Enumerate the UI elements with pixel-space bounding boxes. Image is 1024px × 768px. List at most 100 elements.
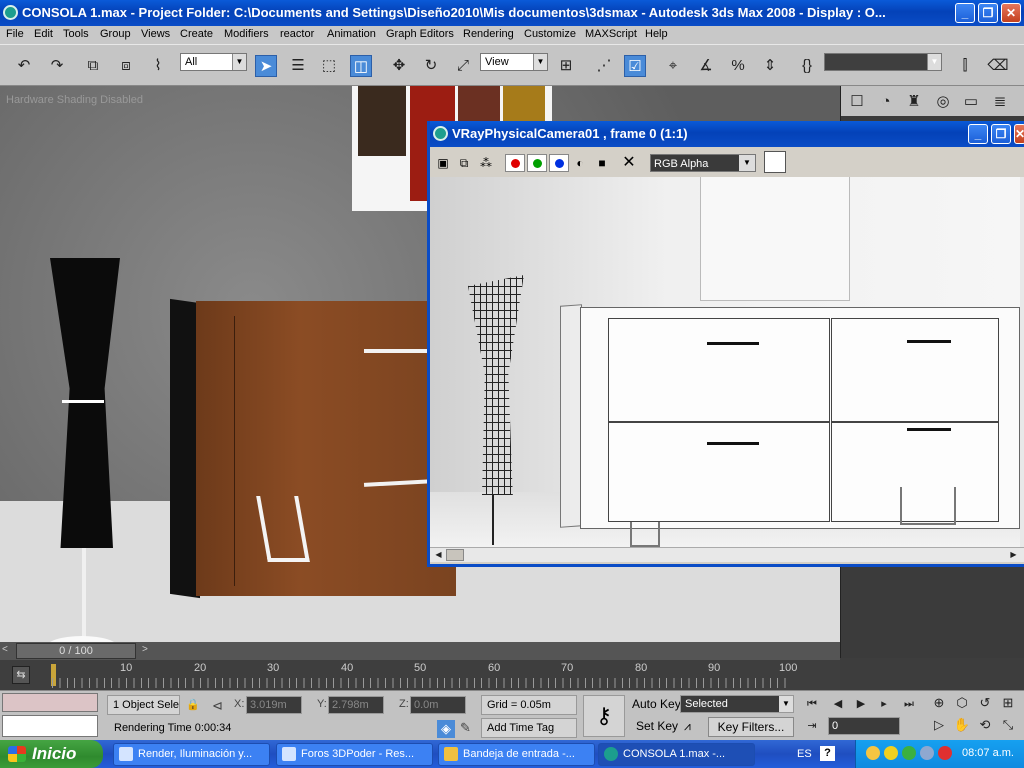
default-tangents-icon[interactable]: ⩘	[684, 719, 691, 734]
create-tab-icon[interactable]: ☐	[846, 92, 868, 112]
menu-graph-editors[interactable]: Graph Editors	[386, 28, 454, 40]
named-selection-dropdown[interactable]: ▼	[824, 53, 942, 71]
save-image-icon[interactable]: ▣	[434, 154, 452, 172]
undo-icon[interactable]: ↶	[13, 55, 35, 77]
select-and-link-icon[interactable]: ⧉	[82, 55, 104, 77]
select-and-manipulate-icon[interactable]: ⋰	[593, 55, 615, 77]
x-coordinate-field[interactable]: 3.019m	[246, 696, 302, 714]
select-and-move-icon[interactable]: ✥	[388, 55, 410, 77]
monochrome-icon[interactable]: ■	[593, 154, 611, 172]
task-foros-3dpoder[interactable]: Foros 3DPoder - Res...	[276, 743, 433, 766]
spinner-snap-icon[interactable]: ⇕	[759, 55, 781, 77]
orbit-icon[interactable]: ⟲	[975, 715, 995, 735]
menu-reactor[interactable]: reactor	[280, 28, 314, 40]
open-mini-curve-editor-icon[interactable]: ⇆	[12, 666, 30, 684]
menu-views[interactable]: Views	[141, 28, 170, 40]
copy-image-icon[interactable]: ⧉	[455, 154, 473, 172]
set-key-button[interactable]: Set Key	[636, 719, 678, 733]
edit-named-selection-icon[interactable]: {}	[796, 55, 818, 77]
maxscript-input-mini[interactable]	[2, 715, 98, 737]
hierarchy-tab-icon[interactable]: ♜	[903, 92, 925, 112]
zoom-extents-all-icon[interactable]: ⊞	[998, 693, 1018, 713]
network-icon[interactable]	[902, 746, 916, 760]
green-channel-button[interactable]	[527, 154, 547, 172]
color-swatch[interactable]	[764, 151, 786, 173]
zoom-extents-icon[interactable]: ↺	[975, 693, 995, 713]
utilities-tab-icon[interactable]: ≣	[989, 92, 1011, 112]
maximize-button[interactable]: ❐	[978, 3, 998, 23]
current-frame-field[interactable]: 0	[828, 717, 900, 735]
alpha-channel-icon[interactable]: ◐	[571, 154, 589, 172]
bind-space-warp-icon[interactable]: ⌇	[147, 55, 169, 77]
menu-rendering[interactable]: Rendering	[463, 28, 514, 40]
clone-frame-buffer-icon[interactable]: ⁂	[477, 154, 495, 172]
snaps-toggle-icon[interactable]: ⌖	[662, 55, 684, 77]
zoom-all-icon[interactable]: ⬡	[952, 693, 972, 713]
modify-tab-icon[interactable]: ◔	[875, 92, 897, 112]
select-by-name-icon[interactable]: ☰	[287, 55, 309, 77]
angle-snap-icon[interactable]: ∡	[695, 55, 717, 77]
security-shield-icon[interactable]	[884, 746, 898, 760]
reference-coordinate-dropdown[interactable]: View ▼	[480, 53, 548, 71]
scroll-right-icon[interactable]: ▶	[1006, 548, 1021, 562]
add-time-tag-button[interactable]: Add Time Tag	[481, 718, 577, 738]
percent-snap-icon[interactable]: %	[727, 55, 749, 77]
go-to-end-icon[interactable]: ⏭	[899, 695, 919, 713]
time-tag-icon[interactable]: ✎	[460, 720, 471, 736]
y-coordinate-field[interactable]: 2.798m	[328, 696, 384, 714]
display-tab-icon[interactable]: ▭	[960, 92, 982, 112]
auto-key-button[interactable]: Auto Key	[632, 697, 681, 711]
task-bandeja-entrada[interactable]: Bandeja de entrada -...	[438, 743, 595, 766]
close-button[interactable]: ✕	[1001, 3, 1021, 23]
play-icon[interactable]: ▶	[851, 695, 871, 713]
menu-group[interactable]: Group	[100, 28, 131, 40]
language-indicator[interactable]: ES	[797, 748, 812, 760]
next-key-icon[interactable]: ▸	[874, 695, 894, 713]
key-mode-toggle-icon[interactable]: ⇥	[802, 717, 822, 735]
go-to-start-icon[interactable]: ⏮	[802, 695, 822, 713]
vray-minimize-button[interactable]: _	[968, 124, 988, 144]
task-consola-max[interactable]: CONSOLA 1.max -...	[598, 743, 755, 766]
window-crossing-icon[interactable]: ◫	[350, 55, 372, 77]
previous-frame-icon[interactable]: <	[2, 644, 8, 655]
key-filters-button[interactable]: Key Filters...	[708, 717, 794, 737]
usb-icon[interactable]	[920, 746, 934, 760]
field-of-view-icon[interactable]: ▷	[929, 715, 949, 735]
keyboard-shortcut-override-icon[interactable]: ☑	[624, 55, 646, 77]
menu-tools[interactable]: Tools	[63, 28, 89, 40]
rendered-image[interactable]	[430, 177, 1024, 547]
select-and-rotate-icon[interactable]: ↻	[420, 55, 442, 77]
selection-lock-icon[interactable]: 🔒	[186, 698, 200, 711]
clear-image-icon[interactable]: ✕	[620, 154, 638, 172]
task-render-iluminacion[interactable]: Render, Iluminación y...	[113, 743, 270, 766]
menu-create[interactable]: Create	[180, 28, 213, 40]
track-bar[interactable]: ⇆ 10 20 30 40 50 60 70 80 90 100	[0, 660, 840, 690]
vray-horizontal-scrollbar[interactable]: ◀ ▶	[430, 547, 1024, 562]
pan-view-icon[interactable]: ✋	[952, 715, 972, 735]
absolute-mode-icon[interactable]: ⊲	[212, 698, 223, 714]
minimize-button[interactable]: _	[955, 3, 975, 23]
antivirus-icon[interactable]	[938, 746, 952, 760]
previous-key-icon[interactable]: ◀	[828, 695, 848, 713]
set-key-icon[interactable]: ⚷	[583, 695, 625, 737]
vray-icon[interactable]: ◈	[437, 720, 455, 738]
scroll-left-icon[interactable]: ◀	[431, 548, 446, 562]
rectangular-selection-icon[interactable]: ⬚	[318, 55, 340, 77]
select-object-icon[interactable]: ➤	[255, 55, 277, 77]
redo-icon[interactable]: ↷	[46, 55, 68, 77]
key-mode-dropdown[interactable]: Selected ▼	[680, 695, 794, 713]
unlink-icon[interactable]: ⧈	[115, 55, 137, 77]
next-frame-icon[interactable]: >	[142, 644, 148, 655]
mirror-icon[interactable]: ⫿	[954, 55, 976, 77]
menu-modifiers[interactable]: Modifiers	[224, 28, 269, 40]
scroll-thumb[interactable]	[446, 549, 464, 561]
vray-close-button[interactable]: ✕	[1014, 124, 1024, 144]
start-button[interactable]: Inicio	[0, 740, 103, 768]
vray-vertical-scrollbar[interactable]	[1020, 177, 1024, 547]
menu-animation[interactable]: Animation	[327, 28, 376, 40]
messenger-icon[interactable]	[866, 746, 880, 760]
maxscript-listener-mini[interactable]	[2, 693, 98, 712]
menu-help[interactable]: Help	[645, 28, 668, 40]
zoom-icon[interactable]: ⊕	[929, 693, 949, 713]
z-coordinate-field[interactable]: 0.0m	[410, 696, 466, 714]
